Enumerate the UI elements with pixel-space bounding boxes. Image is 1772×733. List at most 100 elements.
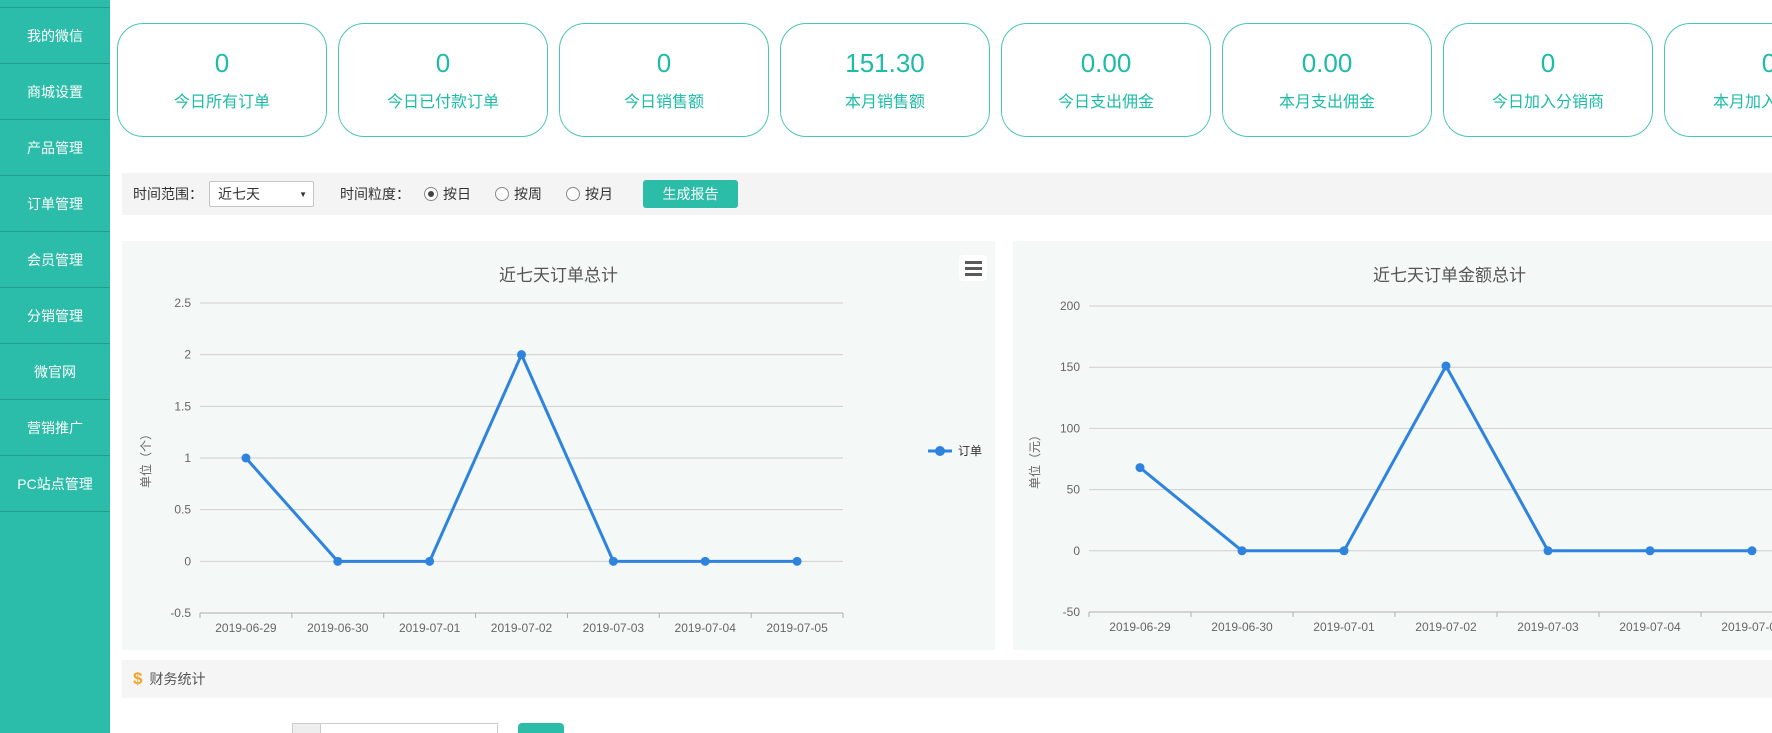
sidebar-item-label: 分销管理: [27, 306, 83, 326]
sidebar-item-label: 会员管理: [27, 250, 83, 270]
svg-text:2019-07-05: 2019-07-05: [766, 621, 828, 635]
stat-value: 0: [1541, 48, 1555, 79]
svg-text:2019-06-30: 2019-06-30: [1211, 620, 1273, 634]
sidebar-item-distribution-mgmt[interactable]: 分销管理: [0, 288, 110, 344]
sidebar-item-my-wechat[interactable]: 我的微信: [0, 8, 110, 64]
sidebar-item-order-mgmt[interactable]: 订单管理: [0, 176, 110, 232]
stat-label: 本月支出佣金: [1279, 88, 1375, 112]
stat-label: 今日所有订单: [174, 88, 270, 112]
sidebar-item-partial: [0, 0, 110, 8]
svg-text:2019-07-01: 2019-07-01: [399, 621, 461, 635]
svg-text:订单: 订单: [958, 444, 982, 458]
stat-card-month-commission: 0.00 本月支出佣金: [1222, 23, 1432, 137]
stat-value: 151.30: [845, 48, 925, 79]
svg-text:0: 0: [184, 554, 191, 568]
radio-icon: [566, 187, 580, 201]
svg-text:-0.5: -0.5: [170, 606, 191, 620]
sidebar-item-marketing[interactable]: 营销推广: [0, 400, 110, 456]
chart-menu-icon[interactable]: [959, 255, 987, 281]
svg-text:单位（个）: 单位（个）: [138, 428, 153, 488]
sidebar-item-mall-settings[interactable]: 商城设置: [0, 64, 110, 120]
svg-text:2019-07-05: 2019-07-05: [1721, 620, 1772, 634]
stat-card-today-sales: 0 今日销售额: [559, 23, 769, 137]
sidebar-item-label: 产品管理: [27, 138, 83, 158]
stat-value: 0: [1762, 48, 1772, 79]
stat-value: 0: [436, 48, 450, 79]
sidebar-item-label: 商城设置: [27, 82, 83, 102]
svg-text:150: 150: [1060, 360, 1080, 374]
order-amount-line-chart: -50 0 50 100 150 200 2019-06-29 2019-06-30 2019-…: [1013, 241, 1772, 650]
svg-text:50: 50: [1067, 483, 1081, 497]
stat-label: 今日销售额: [624, 88, 704, 112]
granularity-label: 时间粒度：: [340, 184, 410, 204]
stat-cards-row: 0 今日所有订单 0 今日已付款订单 0 今日销售额 151.30 本月销售额 …: [110, 0, 1772, 137]
sidebar-item-label: 营销推广: [27, 418, 83, 438]
bottom-input[interactable]: [320, 723, 498, 733]
svg-text:2019-06-29: 2019-06-29: [215, 621, 277, 635]
orders-line-chart: -0.500.511.522.52019-06-292019-06-302019…: [122, 241, 995, 650]
stat-label: 本月销售额: [845, 88, 925, 112]
svg-text:2019-07-03: 2019-07-03: [1517, 620, 1579, 634]
sidebar-item-label: PC站点管理: [17, 474, 92, 494]
sidebar-item-product-mgmt[interactable]: 产品管理: [0, 120, 110, 176]
orders-chart-panel: -0.500.511.522.52019-06-292019-06-302019…: [122, 241, 995, 650]
sidebar-item-label: 订单管理: [27, 194, 83, 214]
time-range-value: 近七天: [218, 184, 260, 204]
svg-text:100: 100: [1060, 421, 1080, 435]
stat-label: 今日已付款订单: [387, 88, 499, 112]
time-range-select[interactable]: 近七天 ▼: [209, 181, 314, 207]
main-content: 0 今日所有订单 0 今日已付款订单 0 今日销售额 151.30 本月销售额 …: [110, 0, 1772, 733]
sidebar-item-label: 我的微信: [27, 26, 83, 46]
stat-label: 今日支出佣金: [1058, 88, 1154, 112]
radio-by-month[interactable]: 按月: [566, 184, 613, 204]
svg-text:2019-07-04: 2019-07-04: [1619, 620, 1681, 634]
stat-value: 0: [657, 48, 671, 79]
bottom-input-addon: [292, 723, 320, 733]
generate-report-button[interactable]: 生成报告: [643, 180, 738, 208]
dollar-icon: $: [133, 669, 142, 689]
svg-text:2019-07-01: 2019-07-01: [1313, 620, 1375, 634]
radio-label: 按日: [443, 184, 471, 204]
filter-bar: 时间范围： 近七天 ▼ 时间粒度： 按日 按周 按月: [122, 173, 1772, 215]
stat-value: 0.00: [1081, 48, 1132, 79]
stat-card-today-commission: 0.00 今日支出佣金: [1001, 23, 1211, 137]
stat-value: 0: [215, 48, 229, 79]
svg-text:200: 200: [1060, 299, 1080, 313]
svg-text:单位（元）: 单位（元）: [1027, 429, 1042, 489]
order-amount-chart-panel: -50 0 50 100 150 200 2019-06-29 2019-06-30 2019-…: [1013, 241, 1772, 650]
radio-by-week[interactable]: 按周: [495, 184, 542, 204]
sidebar: 我的微信 商城设置 产品管理 订单管理 会员管理 分销管理 微官网 营销推广 P…: [0, 0, 110, 733]
stat-value: 0.00: [1302, 48, 1353, 79]
svg-text:-50: -50: [1063, 605, 1081, 619]
radio-label: 按月: [585, 184, 613, 204]
svg-text:0: 0: [1073, 544, 1080, 558]
sidebar-item-micro-site[interactable]: 微官网: [0, 344, 110, 400]
dashboard-page: 我的微信 商城设置 产品管理 订单管理 会员管理 分销管理 微官网 营销推广 P…: [0, 0, 1772, 733]
bottom-search-button[interactable]: [518, 723, 564, 733]
svg-text:2019-07-04: 2019-07-04: [675, 621, 737, 635]
radio-icon: [495, 187, 509, 201]
stat-card-month-distributors: 0 本月加入分销商: [1664, 23, 1772, 137]
svg-text:2: 2: [184, 348, 191, 362]
finance-section-title: 财务统计: [149, 669, 205, 689]
svg-text:2019-07-02: 2019-07-02: [491, 621, 553, 635]
stat-card-month-sales: 151.30 本月销售额: [780, 23, 990, 137]
stat-card-today-paid-orders: 0 今日已付款订单: [338, 23, 548, 137]
radio-by-day[interactable]: 按日: [424, 184, 471, 204]
charts-row: -0.500.511.522.52019-06-292019-06-302019…: [122, 241, 1772, 650]
svg-text:1: 1: [184, 451, 191, 465]
svg-text:2019-06-29: 2019-06-29: [1109, 620, 1171, 634]
svg-text:0.5: 0.5: [174, 503, 191, 517]
svg-text:2019-06-30: 2019-06-30: [307, 621, 369, 635]
sidebar-item-member-mgmt[interactable]: 会员管理: [0, 232, 110, 288]
stat-card-today-orders: 0 今日所有订单: [117, 23, 327, 137]
finance-section-header: $ 财务统计: [122, 660, 1772, 698]
stat-label: 今日加入分销商: [1492, 88, 1604, 112]
radio-label: 按周: [514, 184, 542, 204]
svg-text:1.5: 1.5: [174, 399, 191, 413]
radio-icon: [424, 187, 438, 201]
sidebar-item-pc-site-mgmt[interactable]: PC站点管理: [0, 456, 110, 512]
svg-text:2019-07-03: 2019-07-03: [583, 621, 645, 635]
sidebar-item-label: 微官网: [34, 362, 76, 382]
chevron-down-icon: ▼: [299, 190, 307, 199]
